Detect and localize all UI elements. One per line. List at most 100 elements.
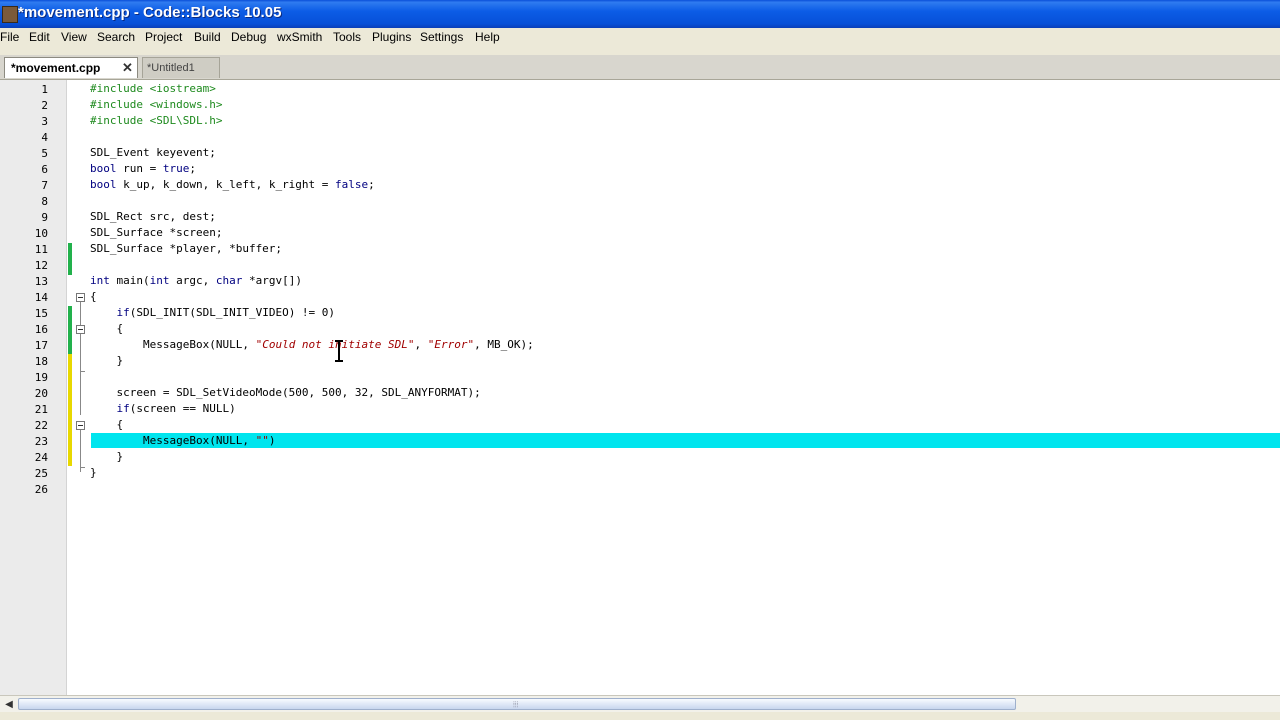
tab-movement-cpp[interactable]: *movement.cpp ✕ [4, 57, 138, 78]
change-bar [68, 243, 72, 275]
line-number: 2 [41, 99, 48, 112]
tab-untitled1[interactable]: *Untitled1 [142, 57, 220, 78]
code-line[interactable]: #include <SDL\SDL.h> [90, 113, 222, 129]
code-line[interactable]: { [90, 289, 97, 305]
menu-file[interactable]: File [0, 30, 19, 44]
line-number: 15 [34, 307, 48, 320]
code-token: false [335, 178, 369, 191]
menu-build[interactable]: Build [194, 30, 221, 44]
code-line[interactable]: if(screen == NULL) [90, 401, 236, 417]
code-token: SDL_Surface *player, *buffer; [90, 242, 283, 255]
menu-settings[interactable]: Settings [420, 30, 463, 44]
code-line[interactable]: bool run = true; [90, 161, 196, 177]
app-icon[interactable] [2, 6, 18, 23]
code-token: ) [268, 434, 276, 447]
code-token: "Error" [427, 338, 475, 351]
code-line[interactable]: MessageBox(NULL, "") [90, 433, 275, 449]
code-token: (screen == NULL) [129, 402, 236, 415]
scrollbar-thumb[interactable]: ⦙⦙⦙ [18, 698, 1016, 710]
code-line[interactable]: if(SDL_INIT(SDL_INIT_VIDEO) != 0) [90, 305, 336, 321]
code-token: *argv[]) [242, 274, 302, 287]
menu-search[interactable]: Search [97, 30, 135, 44]
line-number: 16 [34, 323, 48, 336]
code-line[interactable]: SDL_Surface *screen; [90, 225, 222, 241]
fold-if-icon[interactable] [76, 325, 85, 334]
menu-view[interactable]: View [61, 30, 87, 44]
menu-debug[interactable]: Debug [231, 30, 266, 44]
fold-if2-icon[interactable] [76, 421, 85, 430]
code-token: } [90, 450, 124, 463]
fold-line [80, 302, 81, 325]
line-number: 9 [41, 211, 48, 224]
code-token: if [116, 402, 130, 415]
grip-icon: ⦙⦙⦙ [513, 700, 519, 709]
horizontal-scrollbar[interactable]: ◀ ⦙⦙⦙ [0, 695, 1280, 713]
code-token: MessageBox(NULL, [90, 434, 256, 447]
line-number: 6 [41, 163, 48, 176]
code-token: SDL_Surface *screen; [90, 226, 223, 239]
line-number: 10 [34, 227, 48, 240]
close-icon[interactable]: ✕ [122, 60, 133, 76]
line-number: 23 [34, 435, 48, 448]
line-number: 12 [34, 259, 48, 272]
code-token: #include <windows.h> [90, 98, 223, 111]
code-line[interactable]: { [90, 417, 123, 433]
tab-label: *movement.cpp [11, 61, 101, 75]
menu-bar: File Edit View Search Project Build Debu… [0, 28, 1280, 48]
tab-label: *Untitled1 [147, 62, 195, 74]
line-number: 5 [41, 147, 48, 160]
code-line[interactable]: int main(int argc, char *argv[]) [90, 273, 302, 289]
code-line[interactable]: SDL_Event keyevent; [90, 145, 216, 161]
code-token: SDL_Event keyevent; [90, 146, 216, 159]
code-token: #include <iostream> [90, 82, 216, 95]
code-token: } [90, 466, 97, 479]
code-line[interactable]: bool k_up, k_down, k_left, k_right = fal… [90, 177, 375, 193]
menu-help[interactable]: Help [475, 30, 500, 44]
window-titlebar[interactable]: *movement.cpp - Code::Blocks 10.05 [0, 0, 1280, 28]
code-line[interactable]: #include <iostream> [90, 81, 216, 97]
code-line[interactable]: SDL_Rect src, dest; [90, 209, 216, 225]
line-number: 13 [34, 275, 48, 288]
code-token: int [90, 274, 110, 287]
code-line[interactable]: MessageBox(NULL, "Could not initiate SDL… [90, 337, 534, 353]
code-line[interactable]: } [90, 449, 123, 465]
line-number: 18 [34, 355, 48, 368]
menu-plugins[interactable]: Plugins [372, 30, 411, 44]
code-line[interactable]: } [90, 465, 97, 481]
code-line[interactable]: SDL_Surface *player, *buffer; [90, 241, 282, 257]
line-number: 11 [34, 243, 48, 256]
code-line[interactable]: } [90, 353, 123, 369]
code-token: ; [368, 178, 375, 191]
scroll-left-icon[interactable]: ◀ [2, 698, 16, 711]
menu-tools[interactable]: Tools [333, 30, 361, 44]
code-line[interactable]: { [90, 321, 123, 337]
menu-wxsmith[interactable]: wxSmith [277, 30, 322, 44]
code-token: MessageBox(NULL, [90, 338, 256, 351]
fold-end-marker [80, 467, 85, 468]
code-token: int [149, 274, 170, 287]
fold-line [80, 430, 81, 472]
window-title: *movement.cpp - Code::Blocks 10.05 [18, 4, 282, 21]
code-token: , MB_OK); [474, 338, 534, 351]
code-token: bool [90, 178, 117, 191]
fold-main-icon[interactable] [76, 293, 85, 302]
change-bar [68, 306, 72, 354]
status-strip [0, 712, 1280, 720]
code-token: true [162, 162, 190, 175]
code-editor[interactable]: 1 #include <iostream> 2 #include <windows.h… [0, 80, 1280, 695]
code-token: "" [255, 434, 269, 447]
line-number: 7 [41, 179, 48, 192]
code-token: screen = SDL_SetVideoMode(500, 500, 32, … [90, 386, 481, 399]
menu-edit[interactable]: Edit [29, 30, 50, 44]
code-line[interactable]: screen = SDL_SetVideoMode(500, 500, 32, … [90, 385, 481, 401]
menu-project[interactable]: Project [145, 30, 182, 44]
line-number: 8 [41, 195, 48, 208]
code-token: { [90, 418, 124, 431]
code-token: main( [109, 274, 150, 287]
line-number: 20 [34, 387, 48, 400]
code-line[interactable]: #include <windows.h> [90, 97, 222, 113]
line-number: 22 [34, 419, 48, 432]
change-bar [68, 354, 72, 466]
line-number: 24 [34, 451, 48, 464]
line-number: 25 [34, 467, 48, 480]
